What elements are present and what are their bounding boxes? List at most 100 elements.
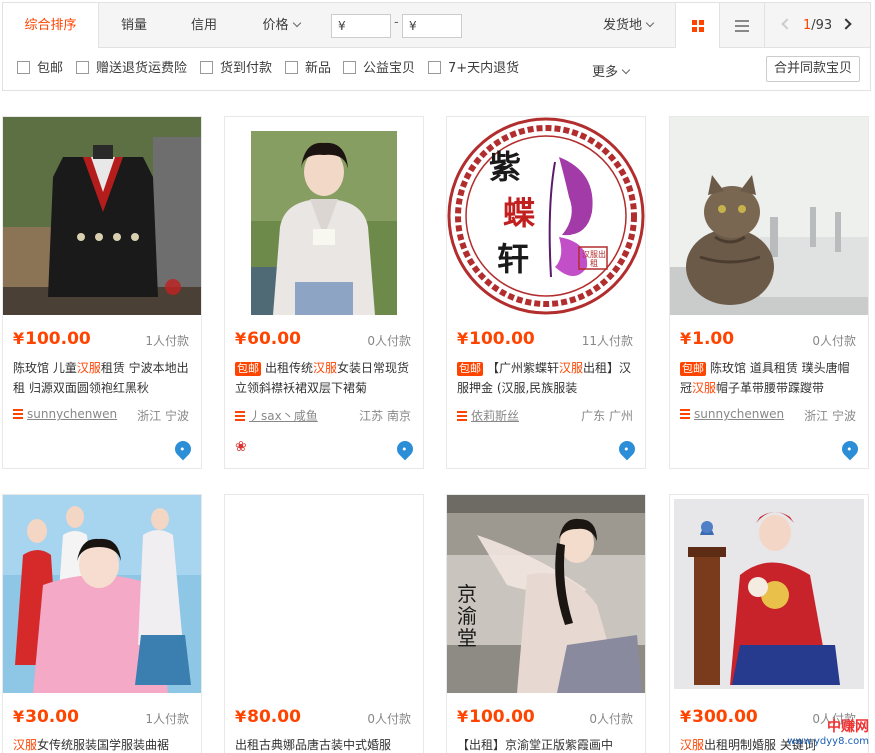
sort-tab-credit[interactable]: 信用: [169, 3, 239, 48]
product-price: ¥100.00: [457, 707, 535, 727]
grid-view-button[interactable]: [675, 3, 719, 48]
title-pre: 出租传统: [265, 361, 314, 375]
checkbox[interactable]: [285, 61, 298, 74]
checkbox[interactable]: [76, 61, 89, 74]
product-image[interactable]: 京渝堂: [447, 495, 645, 693]
product-title[interactable]: 包邮 陈玫馆 道具租赁 璞头唐帽冠汉服帽子革带腰带蹀躞带: [680, 358, 860, 398]
product-card[interactable]: ¥1.00 0人付款 包邮 陈玫馆 道具租赁 璞头唐帽冠汉服帽子革带腰带蹀躞带 s…: [669, 116, 869, 469]
wangwang-chat-icon[interactable]: [615, 437, 639, 461]
deal-count: 1人付款: [145, 712, 189, 726]
product-image[interactable]: [225, 117, 423, 315]
wangwang-chat-icon[interactable]: [171, 437, 195, 461]
filter-label: 公益宝贝: [363, 61, 416, 76]
merge-same-items-button[interactable]: 合并同款宝贝: [766, 56, 860, 82]
filter-label: 货到付款: [220, 61, 273, 76]
shop-link[interactable]: sunnychenwen: [680, 407, 784, 421]
more-filters-dropdown[interactable]: 更多: [592, 61, 631, 80]
wangwang-chat-icon[interactable]: [838, 437, 862, 461]
shop-link[interactable]: sunnychenwen: [13, 407, 117, 421]
ship-from-dropdown[interactable]: 发货地: [593, 3, 663, 48]
title-post: 女传统服装国学服装曲裾: [37, 738, 170, 752]
checkbox[interactable]: [428, 61, 441, 74]
logo-char-die: 蝶: [503, 194, 536, 232]
shop-icon: [680, 409, 690, 419]
title-pre: 陈玫馆 儿童: [13, 361, 77, 375]
product-title[interactable]: 包邮 【广州紫蝶轩汉服出租】汉服押金 (汉服,民族服装: [457, 358, 637, 398]
shop-icon: [457, 411, 467, 421]
title-highlight: 汉服: [76, 361, 101, 375]
ship-from-label: 发货地: [602, 18, 642, 33]
grid-icon: [691, 19, 704, 32]
sort-tab-price-label: 价格: [262, 18, 289, 33]
product-card[interactable]: ¥30.00 1人付款 汉服女传统服装国学服装曲裾: [2, 494, 202, 753]
deal-count: 1人付款: [145, 334, 189, 348]
filter-charity[interactable]: 公益宝贝: [343, 61, 415, 77]
price-currency: ¥: [457, 329, 469, 348]
wangwang-chat-icon[interactable]: [393, 437, 417, 461]
sort-tab-price[interactable]: 价格: [239, 3, 323, 48]
price-value: 100.00: [469, 329, 535, 349]
product-card[interactable]: 京渝堂 ¥100.00 0人付款 【出租】京渝堂正版紫霞画中: [446, 494, 646, 753]
product-title[interactable]: 包邮 出租传统汉服女装日常现货立领斜襟袄裙双层下裙菊: [235, 358, 415, 398]
product-price: ¥300.00: [680, 707, 758, 727]
shop-link[interactable]: 依莉斯丝: [457, 407, 519, 424]
product-image[interactable]: 紫 蝶 轩 汉服出租: [447, 117, 645, 315]
title-pre: 出租古典娜品唐古装中式婚服: [235, 738, 392, 752]
price-value: 100.00: [25, 329, 91, 349]
filter-label: 新品: [305, 61, 332, 76]
title-highlight: 汉服: [313, 361, 338, 375]
free-shipping-tag: 包邮: [680, 362, 706, 376]
product-price: ¥100.00: [457, 329, 535, 349]
list-icon: [734, 19, 749, 32]
pager: 1/93: [764, 3, 870, 48]
product-title[interactable]: 陈玫馆 儿童汉服租赁 宁波本地出租 归源双面圆领袍红黑秋: [13, 358, 193, 398]
product-image[interactable]: [670, 117, 868, 315]
shop-icon: [235, 411, 245, 421]
product-card[interactable]: ¥300.00 0人付款 汉服出租明制婚服 关键词: [669, 494, 869, 753]
chevron-right-icon[interactable]: [840, 18, 852, 30]
product-card[interactable]: ¥80.00 0人付款 出租古典娜品唐古装中式婚服: [224, 494, 424, 753]
filter-new[interactable]: 新品: [285, 61, 331, 77]
chevron-left-icon[interactable]: [781, 18, 793, 30]
checkbox[interactable]: [17, 61, 30, 74]
title-highlight: 汉服: [680, 738, 705, 752]
checkbox[interactable]: [200, 61, 213, 74]
filter-7day-return[interactable]: 7+天内退货: [428, 61, 519, 77]
sort-tab-comprehensive[interactable]: 综合排序: [3, 3, 99, 49]
price-currency: ¥: [235, 707, 247, 726]
deal-count: 0人付款: [367, 334, 411, 348]
sort-tab-sales[interactable]: 销量: [99, 3, 169, 48]
shop-location: 广东 广州: [581, 409, 633, 423]
product-image[interactable]: [670, 495, 868, 693]
product-title[interactable]: 汉服女传统服装国学服装曲裾: [13, 735, 193, 753]
price-max-input[interactable]: ¥: [402, 14, 462, 38]
price-value: 300.00: [692, 707, 758, 727]
price-value: 100.00: [469, 707, 535, 727]
filter-label: 赠送退货运费险: [96, 61, 188, 76]
filter-free-shipping[interactable]: 包邮: [17, 61, 63, 77]
calligraphy-text: 京渝堂: [457, 582, 477, 650]
product-image[interactable]: [3, 117, 201, 315]
price-min-input[interactable]: ¥: [331, 14, 391, 38]
logo-char-xuan: 轩: [497, 240, 530, 278]
product-image[interactable]: [3, 495, 201, 693]
list-view-button[interactable]: [719, 3, 763, 48]
more-label: 更多: [592, 65, 619, 80]
price-range-dash: -: [394, 15, 399, 30]
filter-return-insurance[interactable]: 赠送退货运费险: [76, 61, 187, 77]
product-card[interactable]: ¥100.00 1人付款 陈玫馆 儿童汉服租赁 宁波本地出租 归源双面圆领袍红黑…: [2, 116, 202, 469]
shop-link[interactable]: 丿sax丶咸鱼: [235, 407, 318, 424]
title-highlight: 汉服: [559, 361, 584, 375]
product-card[interactable]: ¥60.00 0人付款 包邮 出租传统汉服女装日常现货立领斜襟袄裙双层下裙菊 丿s…: [224, 116, 424, 469]
product-price: ¥1.00: [680, 329, 734, 349]
product-title[interactable]: 出租古典娜品唐古装中式婚服: [235, 735, 415, 753]
flower-icon: ❀: [235, 439, 247, 455]
product-price: ¥100.00: [13, 329, 91, 349]
product-title[interactable]: 【出租】京渝堂正版紫霞画中: [457, 735, 637, 753]
deal-count: 0人付款: [367, 712, 411, 726]
product-image[interactable]: [225, 495, 423, 693]
checkbox[interactable]: [343, 61, 356, 74]
filter-cash-on-delivery[interactable]: 货到付款: [200, 61, 272, 77]
product-card[interactable]: 紫 蝶 轩 汉服出租 ¥100.00 11人付款 包邮 【广州紫蝶轩汉服出租】汉服…: [446, 116, 646, 469]
shop-name: 依莉斯丝: [471, 409, 520, 423]
